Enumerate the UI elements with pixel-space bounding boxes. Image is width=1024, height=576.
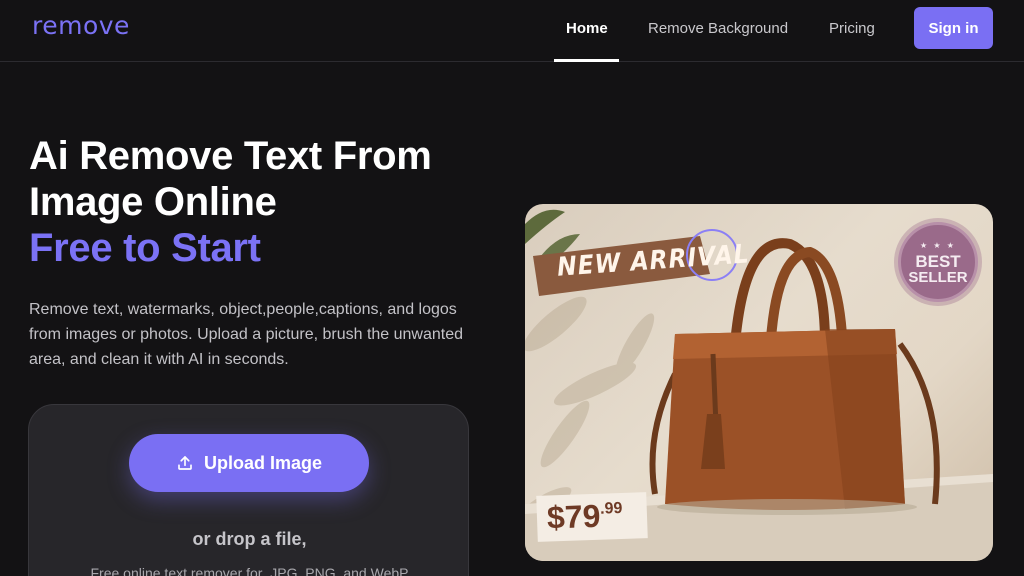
drop-file-text: or drop a file, bbox=[192, 529, 307, 549]
hero-title-line1: Ai Remove Text From bbox=[29, 134, 432, 178]
price-cents: .99 bbox=[599, 499, 623, 518]
upload-button-label: Upload Image bbox=[203, 452, 323, 473]
price-main: $79 bbox=[546, 497, 601, 536]
upload-dropzone[interactable]: Upload Image or drop a file, Free online… bbox=[28, 404, 469, 576]
top-nav-bar: remove Home Remove Background Pricing Si… bbox=[0, 0, 1024, 62]
hero-title-accent: Free to Start bbox=[29, 226, 261, 270]
page: remove Home Remove Background Pricing Si… bbox=[0, 0, 1024, 576]
logo[interactable]: remove bbox=[32, 11, 130, 40]
price-tag: $79 .99 bbox=[536, 492, 648, 542]
nav-remove-background-link[interactable]: Remove Background bbox=[648, 20, 788, 37]
hero-description: Remove text, watermarks, object,people,c… bbox=[29, 301, 464, 368]
product-example-image: NEW ARRIVAL ★ ★ ★ BEST SELLER $79 .99 bbox=[525, 204, 993, 561]
upload-icon bbox=[178, 456, 192, 470]
supported-formats-text: Free online text remover for .JPG, PNG, … bbox=[90, 565, 409, 576]
best-seller-badge: ★ ★ ★ BEST SELLER bbox=[898, 222, 978, 302]
upload-image-button[interactable]: Upload Image bbox=[129, 434, 369, 492]
hero-title: Ai Remove Text From Image Online Free to… bbox=[29, 133, 509, 271]
nav-pricing-link[interactable]: Pricing bbox=[829, 20, 875, 37]
hero-title-line2: Image Online bbox=[29, 180, 277, 224]
sign-in-button[interactable]: Sign in bbox=[914, 7, 993, 49]
badge-line2: SELLER bbox=[908, 269, 968, 286]
active-nav-indicator bbox=[554, 59, 619, 62]
nav-home-link[interactable]: Home bbox=[566, 20, 608, 37]
badge-line1: BEST bbox=[915, 252, 961, 271]
